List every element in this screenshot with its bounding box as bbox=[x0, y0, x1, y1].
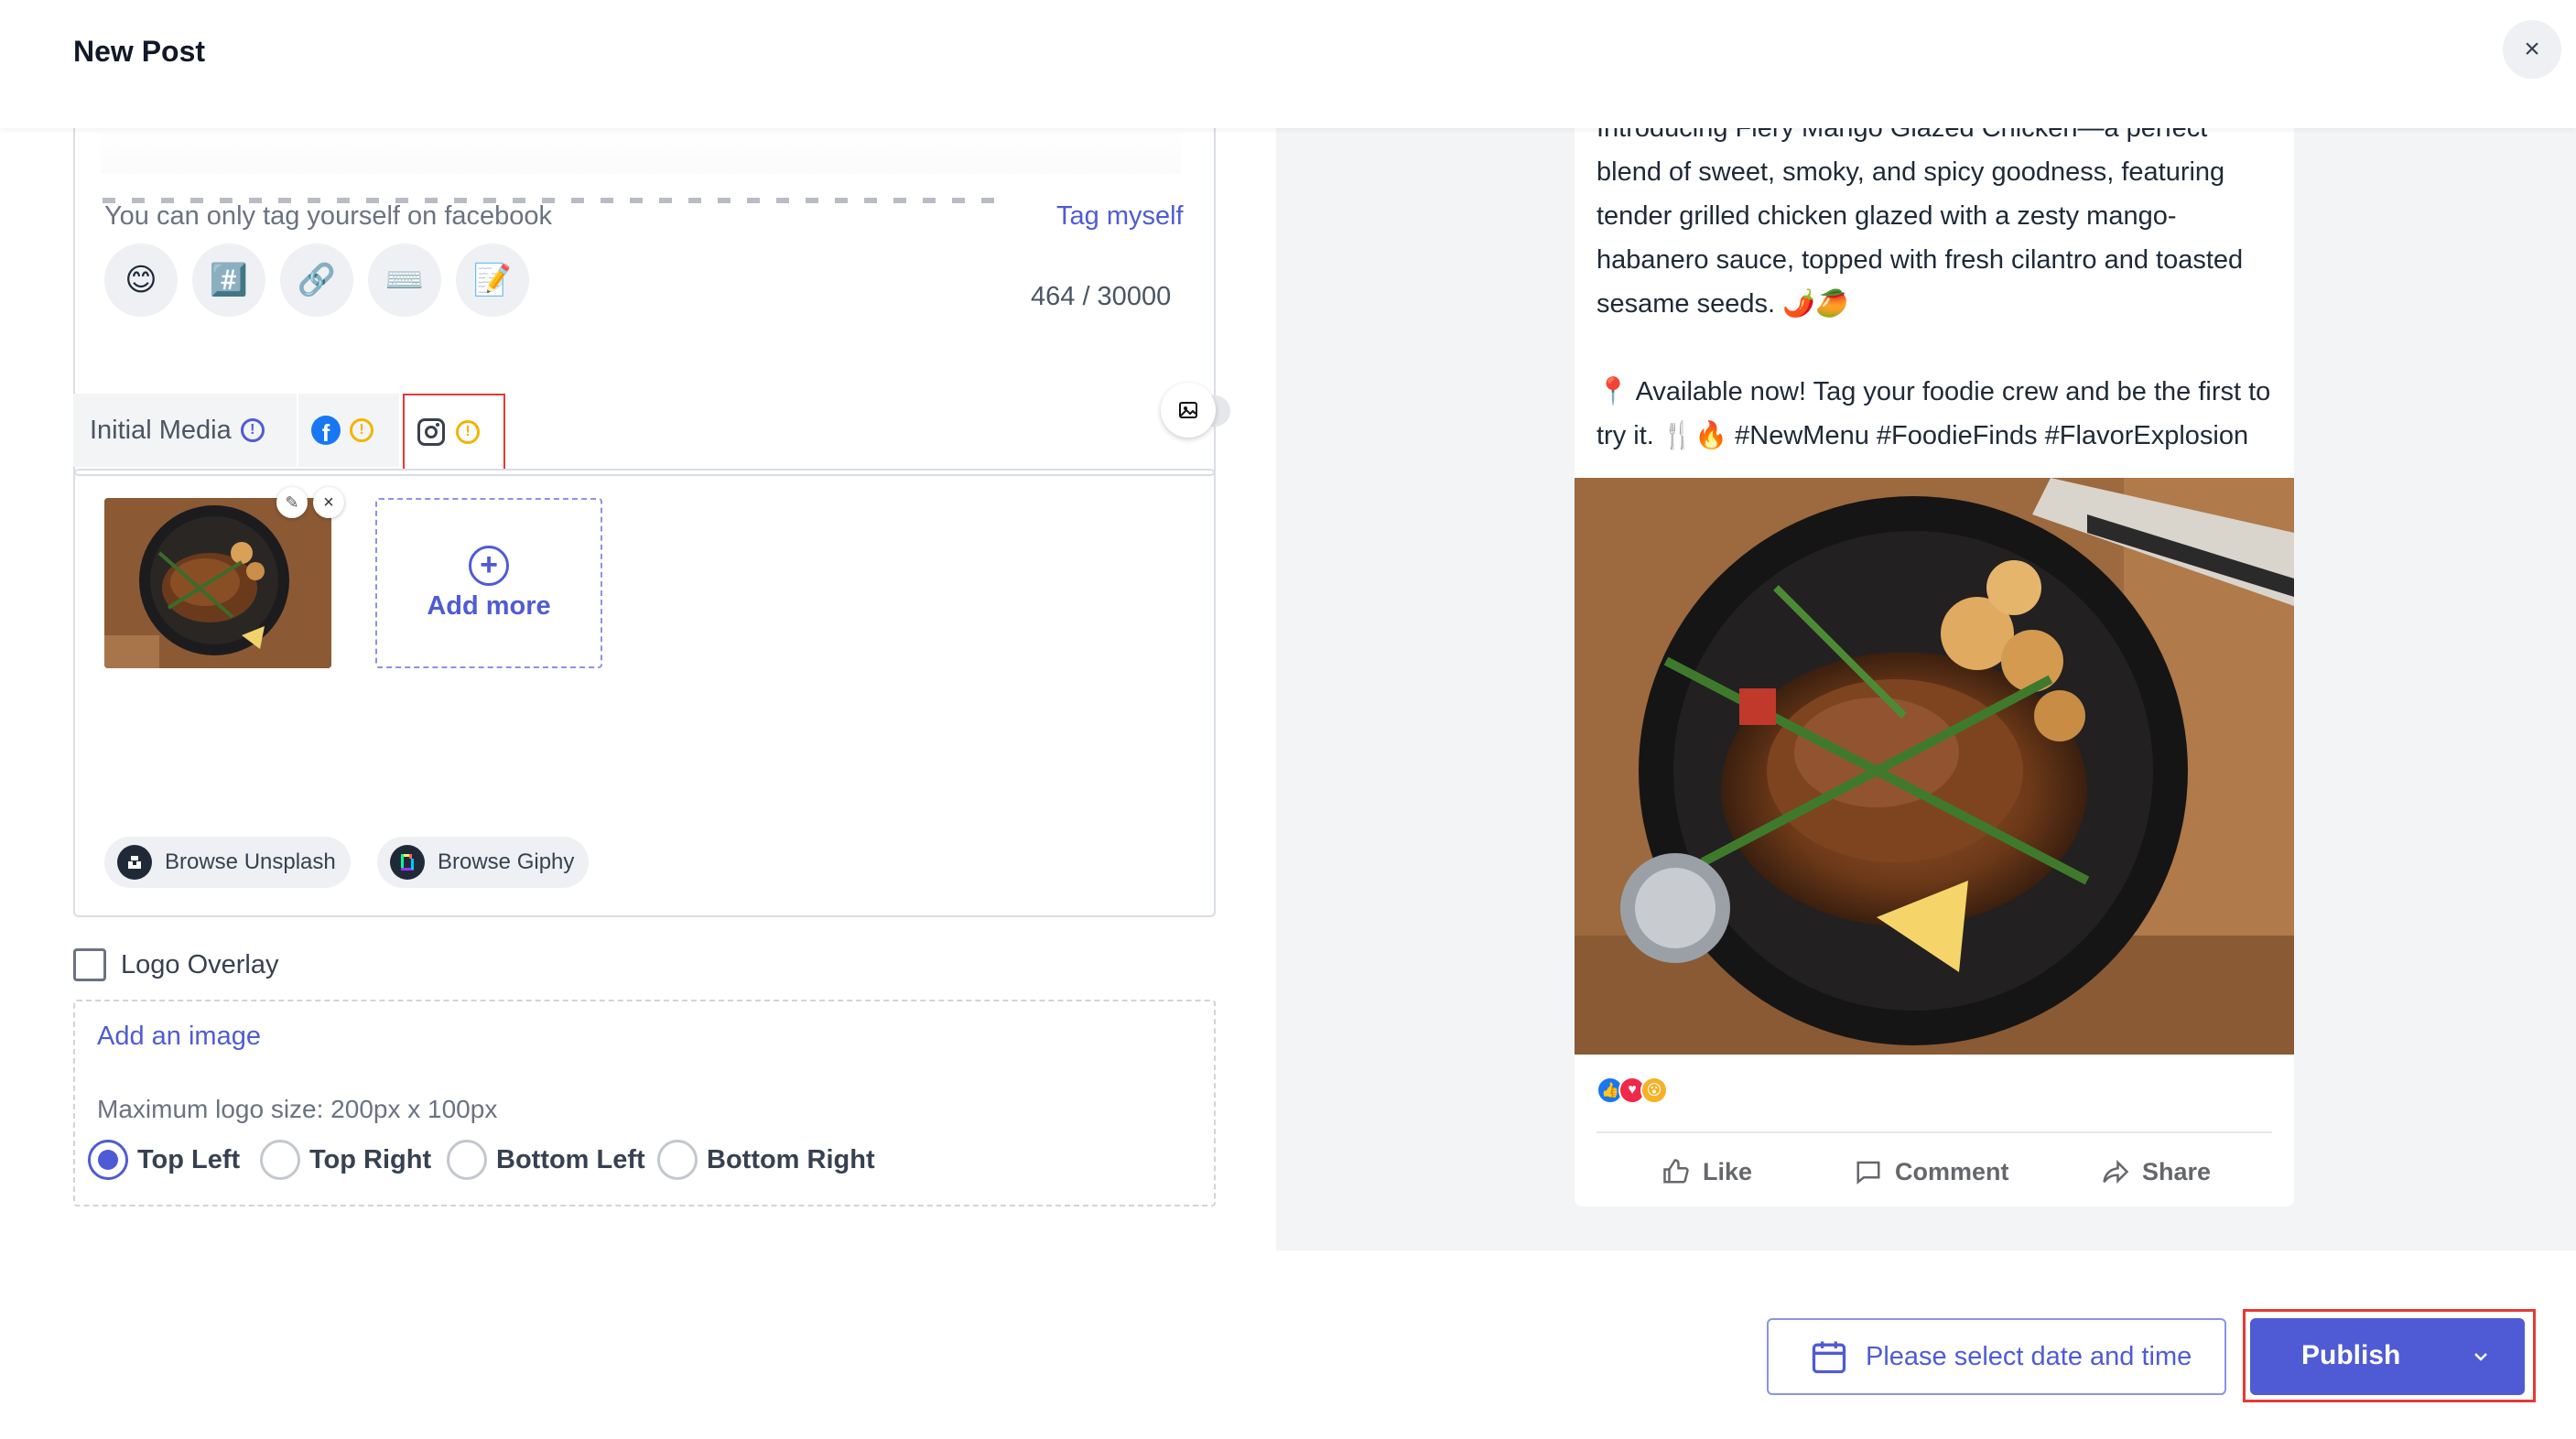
share-action[interactable]: Share bbox=[2102, 1152, 2211, 1192]
radio-top-left[interactable]: Top Left bbox=[88, 1137, 240, 1183]
logo-overlay-label: Logo Overlay bbox=[121, 950, 279, 979]
media-thumbnail[interactable] bbox=[104, 498, 331, 668]
reaction-summary[interactable]: 👍 ♥ 😮 bbox=[1596, 1077, 1668, 1104]
preview-paragraph: Introducing Fiery Mango Glazed Chicken—a… bbox=[1596, 114, 2244, 319]
share-label: Share bbox=[2142, 1157, 2212, 1185]
add-more-media-button[interactable]: + Add more bbox=[375, 498, 602, 668]
radio-label: Bottom Left bbox=[496, 1144, 645, 1174]
tab-instagram-media[interactable]: ! bbox=[403, 394, 505, 469]
hashtag-button[interactable]: #️⃣ bbox=[192, 243, 265, 317]
giphy-icon bbox=[390, 845, 425, 880]
unsplash-icon bbox=[117, 845, 152, 880]
publish-label: Publish bbox=[2301, 1340, 2401, 1370]
radio-indicator-checked bbox=[88, 1140, 128, 1180]
emoji-icon: 😊 bbox=[124, 263, 157, 298]
info-icon: ! bbox=[240, 418, 265, 442]
hashtag-icon: #️⃣ bbox=[209, 263, 249, 298]
tab-facebook-media[interactable]: f ! bbox=[298, 394, 399, 467]
calendar-icon bbox=[1812, 1341, 1846, 1374]
edit-media-button[interactable]: ✎ bbox=[276, 487, 308, 518]
comment-action[interactable]: Comment bbox=[1855, 1152, 2009, 1192]
tag-note: You can only tag yourself on facebook bbox=[104, 201, 553, 231]
publish-button[interactable]: Publish bbox=[2250, 1318, 2525, 1395]
logo-overlay-checkbox[interactable] bbox=[73, 948, 106, 981]
wow-reaction-icon: 😮 bbox=[1640, 1077, 1668, 1104]
notes-button[interactable]: 📝 bbox=[456, 243, 529, 317]
radio-label: Bottom Right bbox=[707, 1144, 875, 1174]
emoji-button[interactable]: 😊 bbox=[104, 243, 178, 317]
radio-top-right[interactable]: Top Right bbox=[260, 1137, 431, 1183]
share-icon bbox=[2103, 1159, 2129, 1185]
radio-indicator bbox=[447, 1140, 487, 1180]
like-label: Like bbox=[1703, 1157, 1753, 1185]
modal-title: New Post bbox=[73, 35, 206, 68]
chicken-photo-thumbnail bbox=[104, 498, 331, 668]
warning-icon: ! bbox=[456, 420, 480, 444]
image-icon bbox=[1179, 402, 1197, 418]
browse-giphy-button[interactable]: Browse Giphy bbox=[377, 837, 590, 888]
comment-label: Comment bbox=[1895, 1157, 2009, 1185]
browse-unsplash-button[interactable]: Browse Unsplash bbox=[104, 837, 351, 888]
plus-circle-icon: + bbox=[469, 545, 509, 586]
tag-myself-link[interactable]: Tag myself bbox=[1056, 201, 1184, 232]
radio-indicator bbox=[260, 1140, 300, 1180]
radio-bottom-left[interactable]: Bottom Left bbox=[447, 1137, 645, 1183]
like-action[interactable]: Like bbox=[1662, 1152, 1752, 1192]
pencil-icon: ✎ bbox=[285, 492, 299, 512]
browse-unsplash-label: Browse Unsplash bbox=[165, 849, 336, 874]
ai-typewriter-icon: ⌨️ bbox=[384, 263, 425, 298]
modal-header bbox=[0, 0, 2576, 128]
close-button[interactable]: × bbox=[2503, 20, 2561, 79]
comment-icon bbox=[1856, 1161, 1880, 1185]
close-icon: × bbox=[2524, 34, 2540, 64]
preview-image bbox=[1575, 478, 2294, 1055]
close-icon: × bbox=[323, 492, 334, 513]
composer-scroll-area[interactable]: You can only tag yourself on facebook Ta… bbox=[0, 128, 1276, 1250]
tab-initial-media[interactable]: Initial Media ! bbox=[73, 394, 297, 467]
instagram-icon bbox=[417, 418, 445, 446]
browse-giphy-label: Browse Giphy bbox=[438, 849, 575, 874]
radio-bottom-right[interactable]: Bottom Right bbox=[657, 1137, 875, 1183]
max-logo-size-note: Maximum logo size: 200px x 100px bbox=[97, 1095, 498, 1123]
add-logo-image-link[interactable]: Add an image bbox=[97, 1022, 261, 1052]
link-icon: 🔗 bbox=[297, 263, 337, 298]
chevron-down-icon[interactable] bbox=[2470, 1346, 2492, 1368]
remove-media-button[interactable]: × bbox=[313, 487, 344, 518]
warning-icon: ! bbox=[350, 418, 373, 442]
thumbs-up-icon bbox=[1663, 1159, 1689, 1184]
radio-label: Top Right bbox=[309, 1144, 432, 1174]
ai-writer-button[interactable]: ⌨️ bbox=[368, 243, 441, 317]
link-button[interactable]: 🔗 bbox=[280, 243, 353, 317]
notes-icon: 📝 bbox=[472, 263, 513, 298]
facebook-icon: f bbox=[311, 416, 341, 445]
tab-initial-media-label: Initial Media bbox=[90, 415, 232, 445]
add-more-label: Add more bbox=[427, 590, 551, 621]
preview-paragraph: 📍 Available now! Tag your foodie crew an… bbox=[1596, 377, 2271, 450]
schedule-date-label: Please select date and time bbox=[1866, 1341, 2192, 1371]
radio-label: Top Left bbox=[137, 1144, 241, 1174]
radio-indicator bbox=[657, 1140, 698, 1180]
preview-post-text: Introducing Fiery Mango Glazed Chicken—a… bbox=[1596, 106, 2274, 458]
schedule-date-button[interactable]: Please select date and time bbox=[1767, 1318, 2226, 1395]
media-toggle[interactable] bbox=[1161, 383, 1216, 438]
editor-fade bbox=[101, 128, 1181, 174]
preview-divider bbox=[1596, 1131, 2272, 1133]
character-count: 464 / 30000 bbox=[1031, 282, 1172, 311]
chicken-photo bbox=[1575, 478, 2294, 1055]
